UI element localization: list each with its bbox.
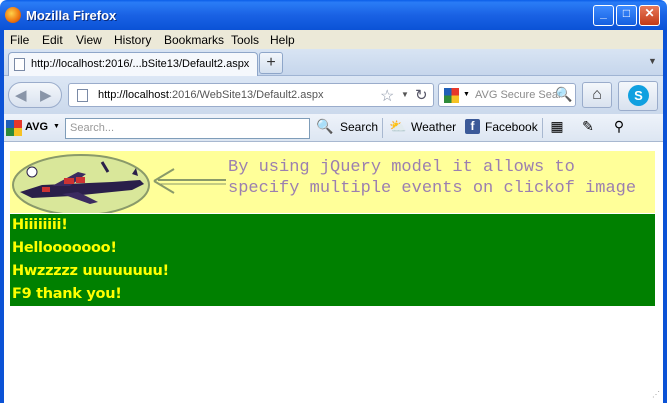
title-bar: Mozilla Firefox _ □ ✕	[0, 0, 667, 30]
notepad-icon[interactable]: ✎	[579, 117, 597, 135]
tab-label: http://localhost:2016/...bSite13/Default…	[31, 58, 250, 70]
menu-edit[interactable]: Edit	[42, 33, 63, 47]
resize-grip-icon[interactable]: ⋰	[652, 390, 662, 400]
menu-view[interactable]: View	[76, 33, 102, 47]
calculator-icon[interactable]: ▦	[548, 117, 566, 135]
menu-file[interactable]: File	[10, 33, 29, 47]
skype-icon: S	[628, 85, 649, 106]
banner-text: By using jQuery model it allows to speci…	[228, 157, 636, 199]
chevron-down-icon[interactable]: ▼	[53, 123, 60, 130]
avg-logo-icon[interactable]	[6, 120, 22, 136]
url-text: http://localhost:2016/WebSite13/Default2…	[98, 89, 323, 101]
search-box[interactable]: ▼ AVG Secure Sear 🔍	[438, 83, 576, 107]
firefox-icon	[5, 7, 21, 23]
window-frame-right	[663, 30, 667, 403]
avg-search-input[interactable]: Search...	[65, 118, 310, 139]
back-forward-group: ◀ ▶	[8, 82, 62, 108]
avg-search-placeholder: Search...	[70, 122, 115, 134]
window-title: Mozilla Firefox	[26, 8, 117, 23]
search-icon[interactable]: 🔍	[555, 86, 572, 103]
avg-toolbar: AVG ▼ Search... 🔍 Search ⛅ Weather f Fac…	[4, 114, 663, 142]
avg-icon[interactable]	[444, 88, 459, 103]
forward-arrow-icon[interactable]: ▶	[40, 86, 52, 104]
message-line: Hellooooooo!	[12, 240, 117, 256]
weather-icon[interactable]: ⛅	[389, 117, 407, 135]
toolbar-divider	[542, 118, 543, 138]
tab-default2[interactable]: http://localhost:2016/...bSite13/Default…	[8, 52, 258, 76]
back-arrow-icon[interactable]: ◀	[15, 86, 27, 104]
message-line: Hiiiiiiii!	[12, 217, 68, 233]
page-icon	[77, 89, 88, 102]
page-viewport: By using jQuery model it allows to speci…	[4, 142, 663, 399]
menu-bookmarks[interactable]: Bookmarks	[164, 33, 224, 47]
menu-tools[interactable]: Tools	[231, 33, 259, 47]
magnifier-icon[interactable]: ⚲	[610, 117, 628, 135]
facebook-icon[interactable]: f	[465, 119, 480, 134]
chevron-down-icon[interactable]: ▼	[401, 90, 409, 99]
home-button[interactable]: ⌂	[582, 82, 612, 108]
url-bar[interactable]: http://localhost:2016/WebSite13/Default2…	[68, 83, 434, 107]
arrow-pointer-icon	[153, 168, 226, 194]
message-line: Hwzzzzz uuuuuuuu!	[12, 263, 169, 279]
message-panel: Hiiiiiiii! Hellooooooo! Hwzzzzz uuuuuuuu…	[10, 214, 655, 306]
skype-button[interactable]: S	[618, 81, 658, 111]
weather-button[interactable]: Weather	[411, 120, 456, 134]
search-placeholder: AVG Secure Sear	[475, 89, 562, 101]
navigation-bar: ◀ ▶ http://localhost:2016/WebSite13/Defa…	[4, 76, 663, 114]
tab-list-icon[interactable]: ▼	[648, 56, 657, 66]
banner: By using jQuery model it allows to speci…	[10, 151, 655, 213]
airplane-image[interactable]	[12, 154, 152, 213]
facebook-button[interactable]: Facebook	[485, 120, 538, 134]
page-icon	[14, 58, 25, 71]
menu-bar: File Edit View History Bookmarks Tools H…	[4, 30, 663, 49]
reload-icon[interactable]: ↻	[415, 86, 428, 104]
banner-line: By using jQuery model it allows to	[228, 158, 575, 177]
toolbar-divider	[382, 118, 383, 138]
avg-brand[interactable]: AVG	[25, 121, 48, 133]
menu-history[interactable]: History	[114, 33, 151, 47]
minimize-button[interactable]: _	[593, 5, 614, 26]
chevron-down-icon[interactable]: ▼	[463, 91, 470, 98]
tab-strip: http://localhost:2016/...bSite13/Default…	[4, 49, 663, 76]
bookmark-star-icon[interactable]: ☆	[380, 86, 394, 106]
menu-help[interactable]: Help	[270, 33, 295, 47]
message-line: F9 thank you!	[12, 286, 122, 302]
close-button[interactable]: ✕	[639, 5, 660, 26]
avg-search-button[interactable]: Search	[340, 120, 378, 134]
banner-line: specify multiple events on clickof image	[228, 179, 637, 198]
new-tab-button[interactable]: +	[259, 52, 283, 74]
maximize-button[interactable]: □	[616, 5, 637, 26]
url-path: :2016/WebSite13/Default2.aspx	[168, 89, 324, 101]
url-host: http://localhost	[98, 89, 169, 101]
search-icon[interactable]: 🔍	[316, 117, 334, 135]
